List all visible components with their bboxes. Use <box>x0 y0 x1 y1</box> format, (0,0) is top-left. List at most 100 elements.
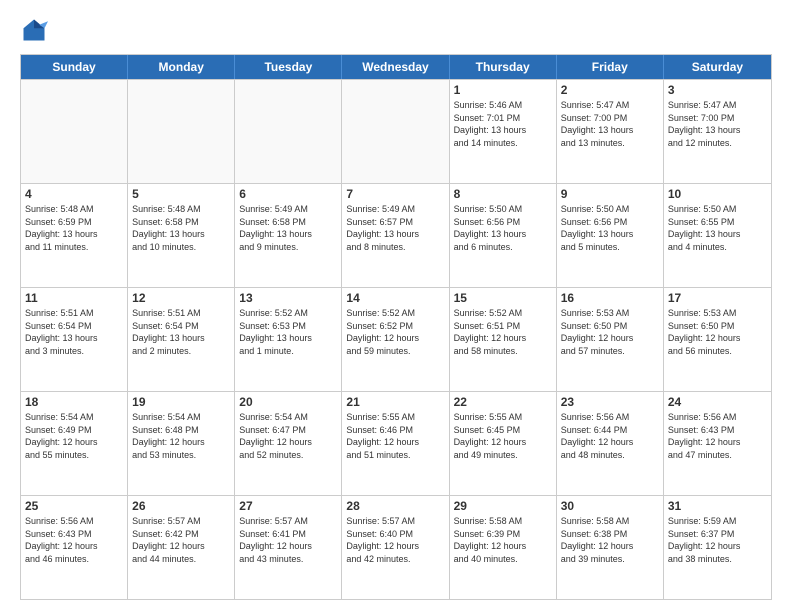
day-number: 17 <box>668 291 767 305</box>
day-info: Sunrise: 5:56 AM Sunset: 6:43 PM Dayligh… <box>25 515 123 565</box>
day-info: Sunrise: 5:57 AM Sunset: 6:40 PM Dayligh… <box>346 515 444 565</box>
day-cell-25: 25 Sunrise: 5:56 AM Sunset: 6:43 PM Dayli… <box>21 496 128 599</box>
day-number: 1 <box>454 83 552 97</box>
day-info: Sunrise: 5:50 AM Sunset: 6:56 PM Dayligh… <box>454 203 552 253</box>
day-number: 14 <box>346 291 444 305</box>
day-info: Sunrise: 5:46 AM Sunset: 7:01 PM Dayligh… <box>454 99 552 149</box>
day-number: 29 <box>454 499 552 513</box>
cal-week-5: 25 Sunrise: 5:56 AM Sunset: 6:43 PM Dayli… <box>21 495 771 599</box>
empty-cell <box>128 80 235 183</box>
day-number: 28 <box>346 499 444 513</box>
weekday-header-thursday: Thursday <box>450 55 557 79</box>
day-cell-9: 9 Sunrise: 5:50 AM Sunset: 6:56 PM Daylig… <box>557 184 664 287</box>
weekday-header-tuesday: Tuesday <box>235 55 342 79</box>
cal-week-2: 4 Sunrise: 5:48 AM Sunset: 6:59 PM Daylig… <box>21 183 771 287</box>
day-cell-8: 8 Sunrise: 5:50 AM Sunset: 6:56 PM Daylig… <box>450 184 557 287</box>
day-info: Sunrise: 5:48 AM Sunset: 6:59 PM Dayligh… <box>25 203 123 253</box>
day-cell-13: 13Sunrise: 5:52 AM Sunset: 6:53 PM Dayli… <box>235 288 342 391</box>
header <box>20 16 772 44</box>
day-cell-2: 2 Sunrise: 5:47 AM Sunset: 7:00 PM Daylig… <box>557 80 664 183</box>
day-info: Sunrise: 5:55 AM Sunset: 6:45 PM Dayligh… <box>454 411 552 461</box>
day-number: 8 <box>454 187 552 201</box>
day-number: 24 <box>668 395 767 409</box>
day-info: Sunrise: 5:58 AM Sunset: 6:38 PM Dayligh… <box>561 515 659 565</box>
day-info: Sunrise: 5:53 AM Sunset: 6:50 PM Dayligh… <box>561 307 659 357</box>
day-number: 27 <box>239 499 337 513</box>
day-info: Sunrise: 5:48 AM Sunset: 6:58 PM Dayligh… <box>132 203 230 253</box>
day-info: Sunrise: 5:47 AM Sunset: 7:00 PM Dayligh… <box>668 99 767 149</box>
day-cell-19: 19Sunrise: 5:54 AM Sunset: 6:48 PM Dayli… <box>128 392 235 495</box>
day-cell-10: 10Sunrise: 5:50 AM Sunset: 6:55 PM Dayli… <box>664 184 771 287</box>
day-info: Sunrise: 5:51 AM Sunset: 6:54 PM Dayligh… <box>25 307 123 357</box>
weekday-header-friday: Friday <box>557 55 664 79</box>
day-number: 19 <box>132 395 230 409</box>
day-cell-7: 7 Sunrise: 5:49 AM Sunset: 6:57 PM Daylig… <box>342 184 449 287</box>
empty-cell <box>342 80 449 183</box>
day-cell-23: 23 Sunrise: 5:56 AM Sunset: 6:44 PM Dayli… <box>557 392 664 495</box>
day-cell-20: 20Sunrise: 5:54 AM Sunset: 6:47 PM Dayli… <box>235 392 342 495</box>
day-number: 15 <box>454 291 552 305</box>
weekday-header-wednesday: Wednesday <box>342 55 449 79</box>
day-number: 23 <box>561 395 659 409</box>
cal-week-1: 1 Sunrise: 5:46 AM Sunset: 7:01 PM Daylig… <box>21 79 771 183</box>
day-number: 4 <box>25 187 123 201</box>
day-cell-16: 16Sunrise: 5:53 AM Sunset: 6:50 PM Dayli… <box>557 288 664 391</box>
day-info: Sunrise: 5:54 AM Sunset: 6:47 PM Dayligh… <box>239 411 337 461</box>
day-info: Sunrise: 5:49 AM Sunset: 6:57 PM Dayligh… <box>346 203 444 253</box>
weekday-header-saturday: Saturday <box>664 55 771 79</box>
day-info: Sunrise: 5:50 AM Sunset: 6:56 PM Dayligh… <box>561 203 659 253</box>
day-info: Sunrise: 5:53 AM Sunset: 6:50 PM Dayligh… <box>668 307 767 357</box>
day-info: Sunrise: 5:56 AM Sunset: 6:43 PM Dayligh… <box>668 411 767 461</box>
day-number: 13 <box>239 291 337 305</box>
day-number: 10 <box>668 187 767 201</box>
day-number: 6 <box>239 187 337 201</box>
weekday-header-sunday: Sunday <box>21 55 128 79</box>
cal-week-4: 18 Sunrise: 5:54 AM Sunset: 6:49 PM Dayli… <box>21 391 771 495</box>
day-cell-15: 15 Sunrise: 5:52 AM Sunset: 6:51 PM Dayli… <box>450 288 557 391</box>
empty-cell <box>235 80 342 183</box>
day-info: Sunrise: 5:52 AM Sunset: 6:52 PM Dayligh… <box>346 307 444 357</box>
day-cell-5: 5 Sunrise: 5:48 AM Sunset: 6:58 PM Daylig… <box>128 184 235 287</box>
weekday-header-monday: Monday <box>128 55 235 79</box>
day-info: Sunrise: 5:51 AM Sunset: 6:54 PM Dayligh… <box>132 307 230 357</box>
day-info: Sunrise: 5:54 AM Sunset: 6:49 PM Dayligh… <box>25 411 123 461</box>
day-info: Sunrise: 5:49 AM Sunset: 6:58 PM Dayligh… <box>239 203 337 253</box>
day-info: Sunrise: 5:52 AM Sunset: 6:51 PM Dayligh… <box>454 307 552 357</box>
day-cell-26: 26 Sunrise: 5:57 AM Sunset: 6:42 PM Dayli… <box>128 496 235 599</box>
day-info: Sunrise: 5:56 AM Sunset: 6:44 PM Dayligh… <box>561 411 659 461</box>
day-info: Sunrise: 5:58 AM Sunset: 6:39 PM Dayligh… <box>454 515 552 565</box>
day-cell-28: 28 Sunrise: 5:57 AM Sunset: 6:40 PM Dayli… <box>342 496 449 599</box>
day-number: 21 <box>346 395 444 409</box>
calendar-body: 1 Sunrise: 5:46 AM Sunset: 7:01 PM Daylig… <box>21 79 771 599</box>
day-number: 25 <box>25 499 123 513</box>
logo <box>20 16 52 44</box>
day-info: Sunrise: 5:57 AM Sunset: 6:42 PM Dayligh… <box>132 515 230 565</box>
calendar: SundayMondayTuesdayWednesdayThursdayFrid… <box>20 54 772 600</box>
day-number: 22 <box>454 395 552 409</box>
day-cell-24: 24 Sunrise: 5:56 AM Sunset: 6:43 PM Dayli… <box>664 392 771 495</box>
day-info: Sunrise: 5:47 AM Sunset: 7:00 PM Dayligh… <box>561 99 659 149</box>
day-number: 9 <box>561 187 659 201</box>
day-info: Sunrise: 5:57 AM Sunset: 6:41 PM Dayligh… <box>239 515 337 565</box>
day-number: 11 <box>25 291 123 305</box>
day-cell-22: 22 Sunrise: 5:55 AM Sunset: 6:45 PM Dayli… <box>450 392 557 495</box>
day-info: Sunrise: 5:55 AM Sunset: 6:46 PM Dayligh… <box>346 411 444 461</box>
day-number: 31 <box>668 499 767 513</box>
day-number: 2 <box>561 83 659 97</box>
day-number: 26 <box>132 499 230 513</box>
calendar-header: SundayMondayTuesdayWednesdayThursdayFrid… <box>21 55 771 79</box>
day-cell-11: 11 Sunrise: 5:51 AM Sunset: 6:54 PM Dayli… <box>21 288 128 391</box>
day-cell-27: 27 Sunrise: 5:57 AM Sunset: 6:41 PM Dayli… <box>235 496 342 599</box>
day-number: 7 <box>346 187 444 201</box>
day-number: 5 <box>132 187 230 201</box>
day-cell-1: 1 Sunrise: 5:46 AM Sunset: 7:01 PM Daylig… <box>450 80 557 183</box>
day-cell-18: 18 Sunrise: 5:54 AM Sunset: 6:49 PM Dayli… <box>21 392 128 495</box>
day-number: 18 <box>25 395 123 409</box>
day-cell-12: 12Sunrise: 5:51 AM Sunset: 6:54 PM Dayli… <box>128 288 235 391</box>
day-cell-17: 17 Sunrise: 5:53 AM Sunset: 6:50 PM Dayli… <box>664 288 771 391</box>
day-cell-21: 21 Sunrise: 5:55 AM Sunset: 6:46 PM Dayli… <box>342 392 449 495</box>
day-cell-4: 4 Sunrise: 5:48 AM Sunset: 6:59 PM Daylig… <box>21 184 128 287</box>
day-cell-29: 29 Sunrise: 5:58 AM Sunset: 6:39 PM Dayli… <box>450 496 557 599</box>
day-info: Sunrise: 5:59 AM Sunset: 6:37 PM Dayligh… <box>668 515 767 565</box>
day-number: 3 <box>668 83 767 97</box>
